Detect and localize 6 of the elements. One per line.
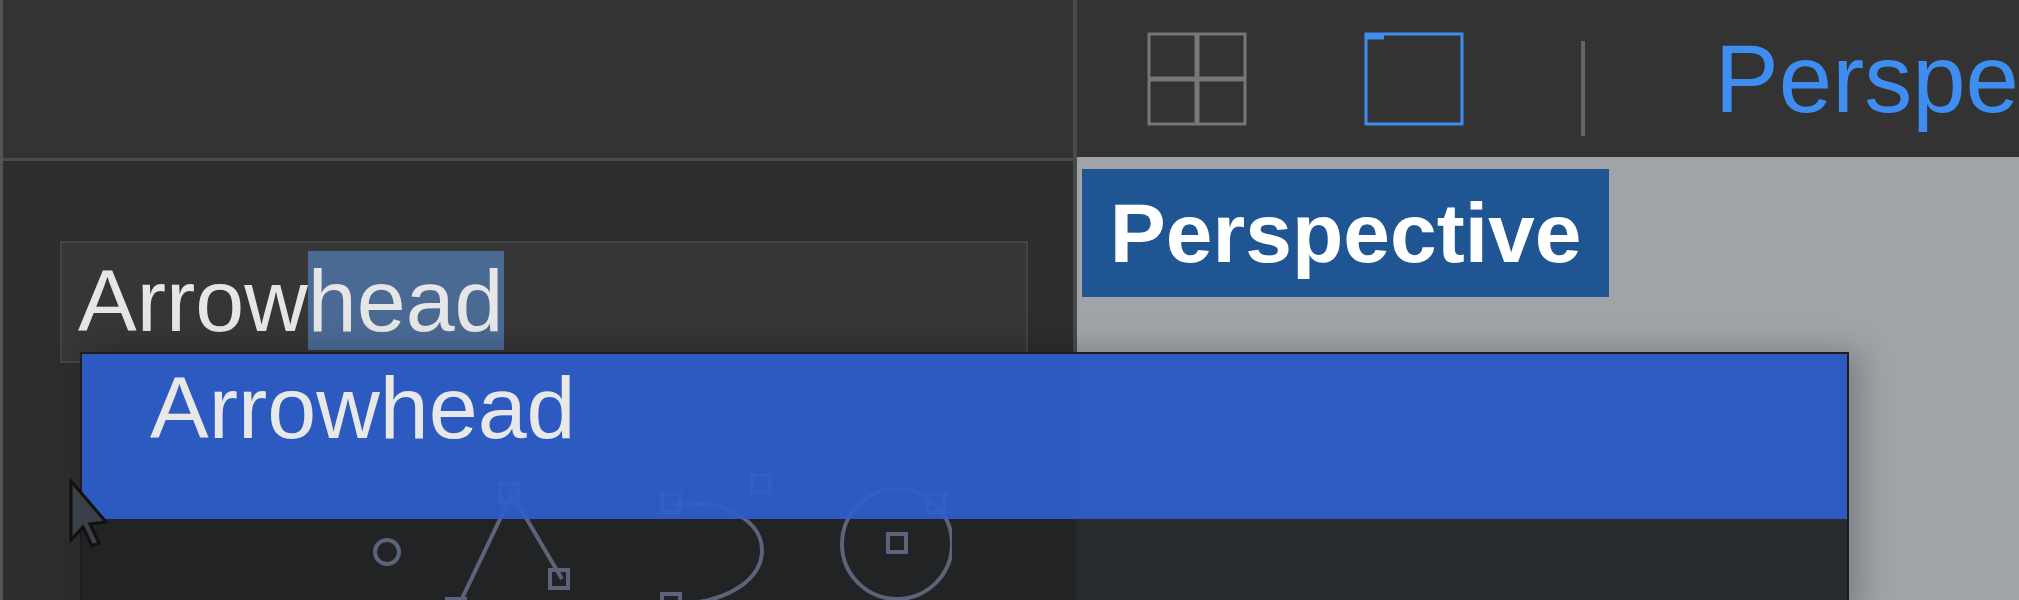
quad-view-button[interactable]: [1146, 31, 1247, 126]
view-title: Perspe: [1714, 23, 2019, 134]
viewport-label: Perspective: [1081, 169, 1610, 297]
search-field[interactable]: Arrowhead: [60, 241, 1028, 363]
single-view-button[interactable]: [1363, 31, 1464, 126]
menu-item[interactable]: Arrowhead: [82, 354, 1847, 519]
